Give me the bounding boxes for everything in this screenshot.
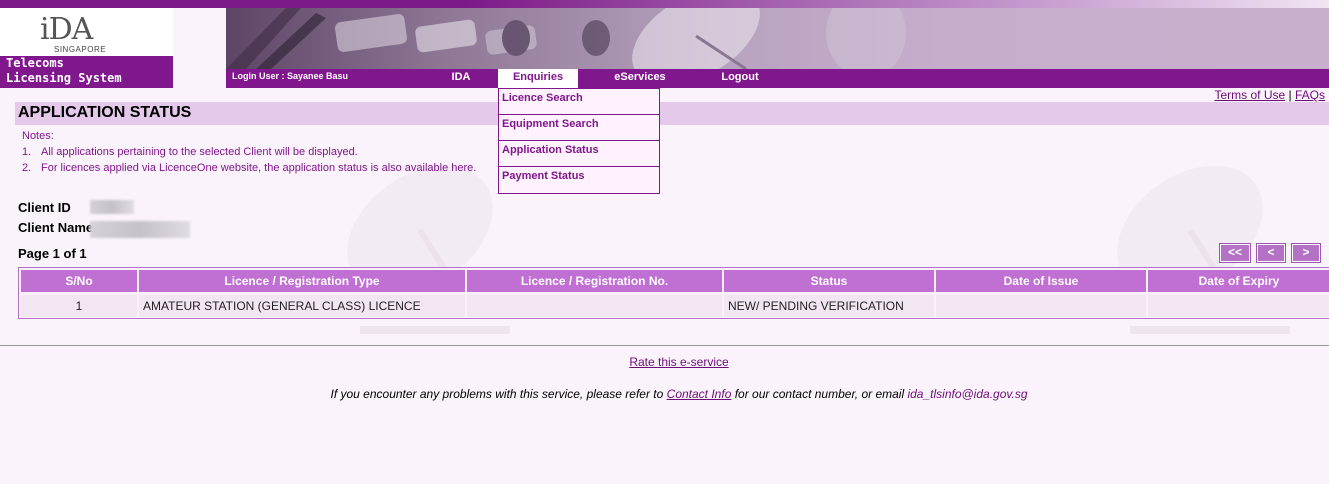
- top-links-separator: |: [1288, 88, 1292, 102]
- logo-text: iDA: [40, 12, 93, 47]
- previous-page-button[interactable]: <: [1256, 243, 1286, 263]
- table-cell-date-of-expiry: [1148, 295, 1329, 317]
- terms-of-use-link[interactable]: Terms of Use: [1214, 88, 1285, 102]
- client-name-value-redacted: [90, 221, 190, 238]
- first-page-button[interactable]: <<: [1219, 243, 1251, 263]
- logo-subtitle: SINGAPORE: [54, 45, 107, 54]
- system-name-line1: Telecoms: [6, 56, 64, 70]
- next-page-button[interactable]: >: [1291, 243, 1321, 263]
- menu-item-application-status[interactable]: Application Status: [499, 141, 659, 167]
- system-name-box: Telecoms Licensing System: [0, 56, 173, 88]
- note-text: For licences applied via LicenceOne webs…: [41, 162, 477, 174]
- note-item: 2. For licences applied via LicenceOne we…: [22, 161, 476, 177]
- column-header-licence-type: Licence / Registration Type: [139, 270, 465, 292]
- column-header-status: Status: [724, 270, 934, 292]
- table-cell-licence-type: AMATEUR STATION (GENERAL CLASS) LICENCE: [139, 295, 465, 317]
- system-name-line2: Licensing System: [6, 71, 122, 85]
- nav-logout[interactable]: Logout: [710, 69, 770, 88]
- note-item: 1. All applications pertaining to the sel…: [22, 145, 476, 161]
- application-status-table: S/No Licence / Registration Type Licence…: [18, 267, 1329, 319]
- nav-enquiries[interactable]: Enquiries: [498, 69, 578, 88]
- footer-divider: [0, 345, 1329, 346]
- main-navbar: Login User : Sayanee Basu IDA Enquiries …: [226, 69, 1329, 88]
- menu-item-licence-search[interactable]: Licence Search: [499, 89, 659, 115]
- header-top-stripe: [0, 0, 1329, 8]
- column-header-licence-no: Licence / Registration No.: [467, 270, 722, 292]
- note-number: 2.: [22, 162, 32, 174]
- faqs-link[interactable]: FAQs: [1295, 88, 1325, 102]
- support-email[interactable]: ida_tlsinfo@ida.gov.sg: [907, 387, 1027, 401]
- header-banner-image: [226, 8, 1329, 69]
- nav-ida[interactable]: IDA: [446, 69, 476, 88]
- page-title: APPLICATION STATUS: [18, 104, 192, 121]
- page-title-bar: APPLICATION STATUS: [15, 102, 1329, 125]
- ida-logo: iDA SINGAPORE: [0, 8, 173, 56]
- menu-item-equipment-search[interactable]: Equipment Search: [499, 115, 659, 141]
- table-cell-sno: 1: [21, 295, 137, 317]
- menu-item-payment-status[interactable]: Payment Status: [499, 167, 659, 193]
- table-cell-date-of-issue: [936, 295, 1146, 317]
- rate-link-row: Rate this e-service: [0, 355, 1329, 369]
- page-info: Page 1 of 1: [18, 246, 87, 261]
- footer-help-text: If you encounter any problems with this …: [0, 387, 1329, 401]
- top-links: Terms of Use | FAQs: [1214, 88, 1325, 102]
- table-cell-status: NEW/ PENDING VERIFICATION: [724, 295, 934, 317]
- notes-section: Notes: 1. All applications pertaining to …: [22, 129, 476, 177]
- client-name-label: Client Name: [18, 220, 94, 235]
- rate-eservice-link[interactable]: Rate this e-service: [629, 355, 728, 369]
- table-cell-licence-no: [467, 295, 722, 317]
- footer-text-before: If you encounter any problems with this …: [330, 387, 667, 401]
- client-id-label: Client ID: [18, 200, 71, 215]
- note-number: 1.: [22, 146, 32, 158]
- column-header-date-of-issue: Date of Issue: [936, 270, 1146, 292]
- column-header-date-of-expiry: Date of Expiry: [1148, 270, 1329, 292]
- note-text: All applications pertaining to the selec…: [41, 146, 358, 158]
- nav-eservices[interactable]: eServices: [604, 69, 676, 88]
- footer-text-after: for our contact number, or email: [731, 387, 908, 401]
- enquiries-dropdown-menu: Licence Search Equipment Search Applicat…: [498, 88, 660, 194]
- column-header-sno: S/No: [21, 270, 137, 292]
- login-user-label: Login User : Sayanee Basu: [232, 71, 349, 81]
- contact-info-link[interactable]: Contact Info: [667, 387, 732, 401]
- notes-heading: Notes:: [22, 130, 54, 142]
- client-id-value-redacted: [90, 200, 134, 214]
